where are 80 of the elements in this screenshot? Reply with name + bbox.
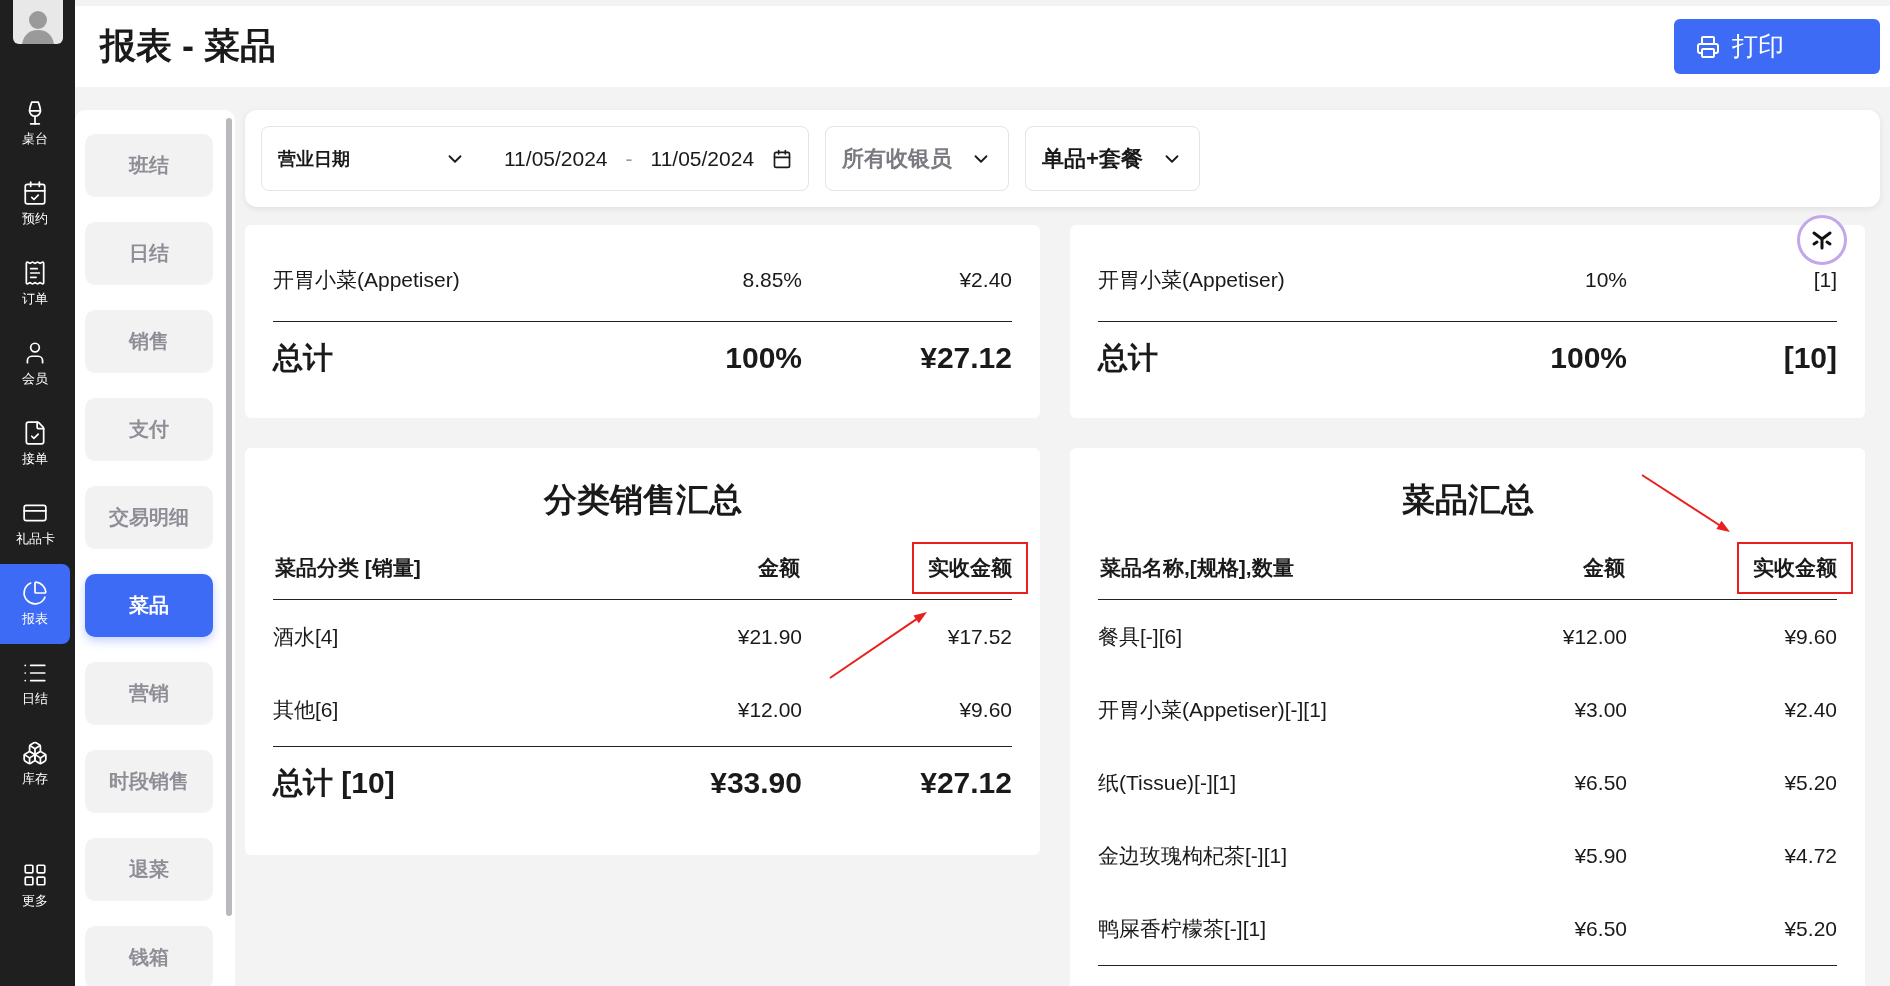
received-value: ¥5.20 [1783,770,1837,795]
item-name: 其他[6] [273,696,340,723]
received-value: ¥4.72 [1783,843,1837,868]
report-tab[interactable]: 钱箱 [85,926,213,986]
sidebar-item[interactable]: 日结 [0,644,70,724]
column-header: 实收金额 [1737,542,1853,594]
amount-value: ¥2.40 [958,268,1012,292]
sidebar-item[interactable]: 预约 [0,164,70,244]
report-tab[interactable]: 退菜 [85,838,213,901]
report-tab[interactable]: 日结 [85,222,213,285]
sidebar-item[interactable]: 桌台 [0,84,70,164]
pie-chart-icon [22,580,48,606]
amount-value: ¥12.00 [736,697,802,722]
report-tab[interactable]: 时段销售 [85,750,213,813]
report-tab[interactable]: 班结 [85,134,213,197]
item-name: 开胃小菜(Appetiser)[-][1] [1098,696,1328,723]
item-name: 纸(Tissue)[-][1] [1098,769,1238,796]
item-type-dropdown[interactable]: 单品+套餐 [1025,126,1200,191]
sidebar-item[interactable]: 更多 [0,846,70,926]
total-share: 100% [1549,341,1627,375]
received-value: ¥17.52 [946,624,1012,649]
share-value: 10% [1583,268,1627,292]
total-amount: [10] [1782,341,1837,375]
calendar-check-icon [22,180,48,206]
total-share: 100% [724,341,802,375]
received-value: ¥5.20 [1783,916,1837,941]
received-value: ¥9.60 [1783,624,1837,649]
report-tab[interactable]: 支付 [85,398,213,461]
receipt-icon [22,260,48,286]
assistant-icon[interactable] [1797,215,1847,265]
total-amount: ¥33.90 [709,766,802,800]
column-header: 金额 [757,555,801,581]
cashier-dropdown[interactable]: 所有收银员 [825,126,1010,191]
document-check-icon [22,420,48,446]
column-header: 菜品分类 [销量] [274,555,422,581]
amount-value: ¥21.90 [736,624,802,649]
total-label: 总计 [273,339,334,376]
amount-value: ¥6.50 [1573,770,1627,795]
avatar-placeholder[interactable] [12,0,63,44]
sidebar-item[interactable]: 库存 [0,724,70,804]
sidebar-item[interactable]: 接单 [0,404,70,484]
sidebar-item[interactable]: 会员 [0,324,70,404]
report-tab[interactable]: 交易明细 [85,486,213,549]
item-name: 鸭屎香柠檬茶[-][1] [1098,915,1267,942]
received-value: ¥9.60 [958,697,1012,722]
boxes-icon [22,740,48,766]
report-tab[interactable]: 营销 [85,662,213,725]
total-amount: ¥27.12 [919,341,1012,375]
sidebar-item[interactable]: 订单 [0,244,70,324]
date-range-field[interactable]: 营业日期 11/05/2024 - 11/05/2024 [261,126,810,191]
report-tab[interactable]: 销售 [85,310,213,373]
card-title: 分类销售汇总 [543,480,742,520]
amount-value: [1] [1812,268,1837,292]
item-name: 酒水[4] [273,623,340,650]
item-name: 开胃小菜(Appetiser) [273,267,461,293]
amount-value: ¥6.50 [1573,916,1627,941]
print-button[interactable]: 打印 [1674,19,1880,74]
amount-value: ¥5.90 [1573,843,1627,868]
total-received: ¥27.12 [919,766,1012,800]
share-value: 8.85% [741,268,802,292]
scrollbar[interactable] [226,118,232,916]
item-name: 开胃小菜(Appetiser) [1098,267,1286,293]
column-header: 实收金额 [912,542,1028,594]
amount-value: ¥3.00 [1573,697,1627,722]
card-title: 菜品汇总 [1401,480,1534,520]
column-header: 菜品名称,[规格],数量 [1099,555,1295,581]
amount-value: ¥12.00 [1561,624,1627,649]
grid-icon [22,862,48,888]
page-title: 报表 - 菜品 [100,24,276,68]
column-header: 金额 [1582,555,1626,581]
sidebar-item[interactable]: 礼品卡 [0,484,70,564]
printer-icon [1696,34,1720,59]
total-label: 总计 [10] [273,764,396,801]
calendar-icon [772,148,793,169]
total-label: 总计 [1098,339,1159,376]
item-name: 餐具[-][6] [1098,623,1183,650]
item-name: 金边玫瑰枸杞茶[-][1] [1098,842,1288,869]
received-value: ¥2.40 [1783,697,1837,722]
sidebar-item[interactable]: 报表 [0,564,70,644]
report-tab[interactable]: 菜品 [85,574,213,637]
